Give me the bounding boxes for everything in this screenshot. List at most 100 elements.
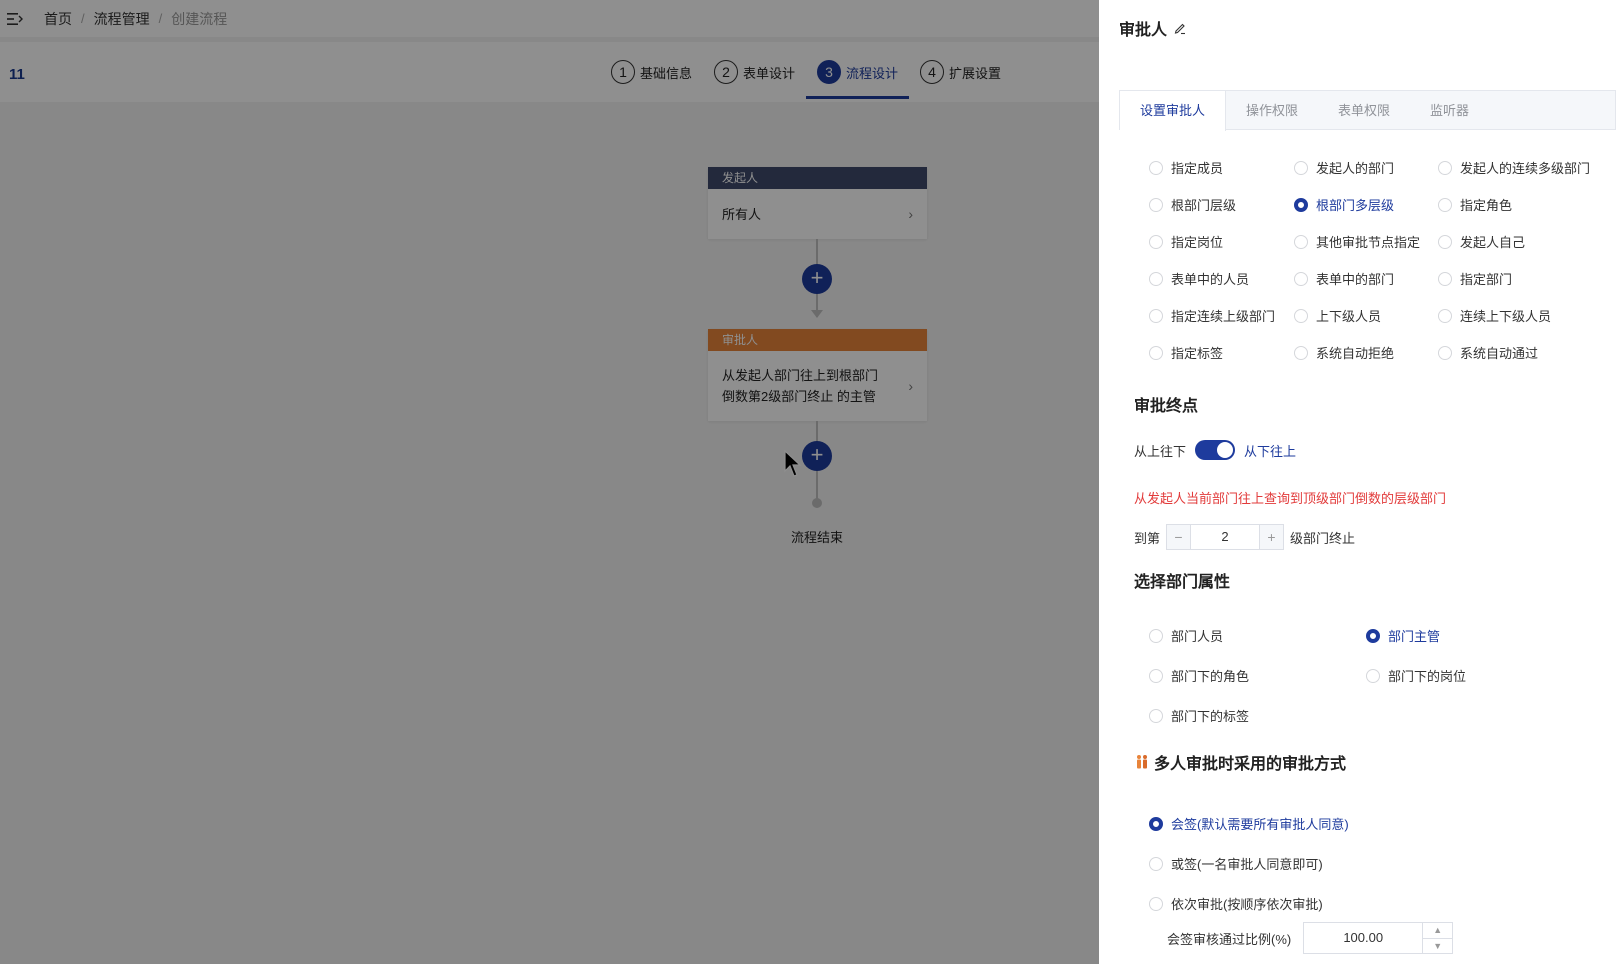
radio-dot[interactable] bbox=[1149, 271, 1163, 286]
radio-label: 部门下的角色 bbox=[1171, 669, 1250, 684]
radio-label: 部门下的标签 bbox=[1171, 709, 1250, 724]
radio-label: 指定连续上级部门 bbox=[1171, 309, 1276, 324]
radio-dot[interactable] bbox=[1149, 234, 1163, 249]
radio-dot[interactable] bbox=[1149, 345, 1163, 360]
radio-label: 表单中的部门 bbox=[1316, 272, 1395, 287]
toggle-left-label: 从上往下 bbox=[1134, 443, 1187, 459]
radio-label: 发起人的连续多级部门 bbox=[1460, 161, 1591, 176]
radio-dot[interactable] bbox=[1294, 345, 1308, 360]
radio-dot[interactable] bbox=[1149, 197, 1163, 212]
decrease-arrow-icon[interactable]: ▼ bbox=[1423, 937, 1453, 954]
ratio-row: 会签审核通过比例(%) 100.00 ▲ ▼ bbox=[1167, 922, 1454, 954]
radio-dot[interactable] bbox=[1149, 856, 1163, 871]
radio-option[interactable]: 部门主管 bbox=[1366, 626, 1440, 645]
radio-option[interactable]: 根部门多层级 bbox=[1294, 195, 1394, 214]
radio-label: 发起人的部门 bbox=[1316, 161, 1395, 176]
radio-dot[interactable] bbox=[1438, 197, 1452, 212]
radio-option[interactable]: 指定岗位 bbox=[1149, 232, 1223, 251]
radio-label: 或签(一名审批人同意即可) bbox=[1171, 857, 1323, 872]
radio-label: 会签(默认需要所有审批人同意) bbox=[1171, 817, 1349, 832]
radio-option[interactable]: 指定角色 bbox=[1438, 195, 1512, 214]
radio-dot[interactable] bbox=[1149, 896, 1163, 911]
radio-option[interactable]: 根部门层级 bbox=[1149, 195, 1236, 214]
tab-form-permission[interactable]: 表单权限 bbox=[1318, 91, 1410, 130]
increase-arrow-icon[interactable]: ▲ bbox=[1423, 923, 1452, 938]
radio-dot[interactable] bbox=[1294, 234, 1308, 249]
radio-label: 发起人自己 bbox=[1460, 235, 1526, 250]
settings-tabs: 设置审批人 操作权限 表单权限 监听器 bbox=[1119, 90, 1616, 131]
direction-switch[interactable] bbox=[1195, 440, 1236, 460]
radio-option[interactable]: 指定标签 bbox=[1149, 343, 1223, 362]
level-suffix: 级部门终止 bbox=[1290, 530, 1356, 546]
multi-approve-title: 多人审批时采用的审批方式 bbox=[1134, 750, 1346, 774]
radio-dot[interactable] bbox=[1149, 668, 1163, 683]
radio-option[interactable]: 部门下的标签 bbox=[1149, 706, 1249, 725]
level-stepper: − 2 + bbox=[1166, 524, 1285, 550]
radio-label: 连续上下级人员 bbox=[1460, 309, 1552, 324]
radio-label: 部门下的岗位 bbox=[1388, 669, 1467, 684]
radio-option[interactable]: 依次审批(按顺序依次审批) bbox=[1149, 894, 1323, 913]
radio-option[interactable]: 指定连续上级部门 bbox=[1149, 306, 1275, 325]
radio-label: 指定部门 bbox=[1460, 272, 1513, 287]
radio-option[interactable]: 指定成员 bbox=[1149, 158, 1223, 177]
radio-option[interactable]: 上下级人员 bbox=[1294, 306, 1381, 325]
radio-option[interactable]: 部门人员 bbox=[1149, 626, 1223, 645]
radio-option[interactable]: 系统自动拒绝 bbox=[1294, 343, 1394, 362]
radio-option[interactable]: 发起人自己 bbox=[1438, 232, 1525, 251]
endpoint-hint: 从发起人当前部门往上查询到顶级部门倒数的层级部门 bbox=[1134, 491, 1447, 506]
radio-label: 指定角色 bbox=[1460, 198, 1513, 213]
radio-dot[interactable] bbox=[1366, 668, 1380, 683]
edit-icon[interactable] bbox=[1173, 21, 1187, 35]
radio-option[interactable]: 连续上下级人员 bbox=[1438, 306, 1551, 325]
radio-option[interactable]: 表单中的部门 bbox=[1294, 269, 1394, 288]
radio-label: 依次审批(按顺序依次审批) bbox=[1171, 897, 1323, 912]
tab-listener[interactable]: 监听器 bbox=[1410, 91, 1489, 130]
radio-dot[interactable] bbox=[1294, 308, 1308, 323]
radio-dot[interactable] bbox=[1294, 271, 1308, 286]
radio-dot[interactable] bbox=[1149, 708, 1163, 723]
radio-dot[interactable] bbox=[1294, 160, 1308, 175]
radio-option[interactable]: 部门下的岗位 bbox=[1366, 666, 1466, 685]
radio-option[interactable]: 部门下的角色 bbox=[1149, 666, 1249, 685]
radio-option[interactable]: 发起人的部门 bbox=[1294, 158, 1394, 177]
tab-operation-permission[interactable]: 操作权限 bbox=[1226, 91, 1318, 130]
radio-option[interactable]: 其他审批节点指定 bbox=[1294, 232, 1420, 251]
level-prefix: 到第 bbox=[1134, 530, 1161, 546]
radio-label: 系统自动拒绝 bbox=[1316, 346, 1395, 361]
radio-dot[interactable] bbox=[1438, 234, 1452, 249]
radio-dot[interactable] bbox=[1149, 160, 1163, 175]
level-stepper-row: 到第 − 2 + 级部门终止 bbox=[1134, 524, 1355, 550]
increment-button[interactable]: + bbox=[1259, 525, 1284, 549]
radio-label: 其他审批节点指定 bbox=[1316, 235, 1421, 250]
decrement-button[interactable]: − bbox=[1167, 525, 1192, 549]
radio-dot[interactable] bbox=[1294, 197, 1308, 212]
drawer-mask[interactable] bbox=[0, 0, 1099, 964]
radio-option[interactable]: 会签(默认需要所有审批人同意) bbox=[1149, 814, 1349, 833]
radio-dot[interactable] bbox=[1149, 308, 1163, 323]
level-input[interactable]: 2 bbox=[1191, 525, 1259, 549]
multi-approve-title-text: 多人审批时采用的审批方式 bbox=[1154, 756, 1347, 773]
radio-option[interactable]: 或签(一名审批人同意即可) bbox=[1149, 854, 1323, 873]
drawer-title: 审批人 bbox=[1119, 16, 1187, 40]
ratio-value[interactable]: 100.00 bbox=[1304, 923, 1422, 953]
radio-dot[interactable] bbox=[1149, 628, 1163, 643]
radio-label: 根部门多层级 bbox=[1316, 198, 1395, 213]
radio-option[interactable]: 表单中的人员 bbox=[1149, 269, 1249, 288]
radio-dot[interactable] bbox=[1149, 816, 1163, 831]
dept-attr-title: 选择部门属性 bbox=[1134, 574, 1231, 591]
radio-dot[interactable] bbox=[1438, 308, 1452, 323]
radio-dot[interactable] bbox=[1438, 160, 1452, 175]
radio-option[interactable]: 系统自动通过 bbox=[1438, 343, 1538, 362]
radio-option[interactable]: 指定部门 bbox=[1438, 269, 1512, 288]
radio-dot[interactable] bbox=[1438, 271, 1452, 286]
approver-settings-drawer: 审批人 设置审批人 操作权限 表单权限 监听器 指定成员 发起人的部门 发起人的连续… bbox=[1099, 0, 1619, 964]
radio-dot[interactable] bbox=[1366, 628, 1380, 643]
radio-option[interactable]: 发起人的连续多级部门 bbox=[1438, 158, 1590, 177]
radio-label: 指定标签 bbox=[1171, 346, 1224, 361]
people-icon bbox=[1137, 755, 1147, 769]
tab-set-approver[interactable]: 设置审批人 bbox=[1120, 91, 1227, 131]
radio-dot[interactable] bbox=[1438, 345, 1452, 360]
direction-toggle-row: 从上往下 从下往上 bbox=[1134, 440, 1296, 460]
radio-label: 表单中的人员 bbox=[1171, 272, 1250, 287]
ratio-input[interactable]: 100.00 ▲ ▼ bbox=[1303, 922, 1454, 954]
